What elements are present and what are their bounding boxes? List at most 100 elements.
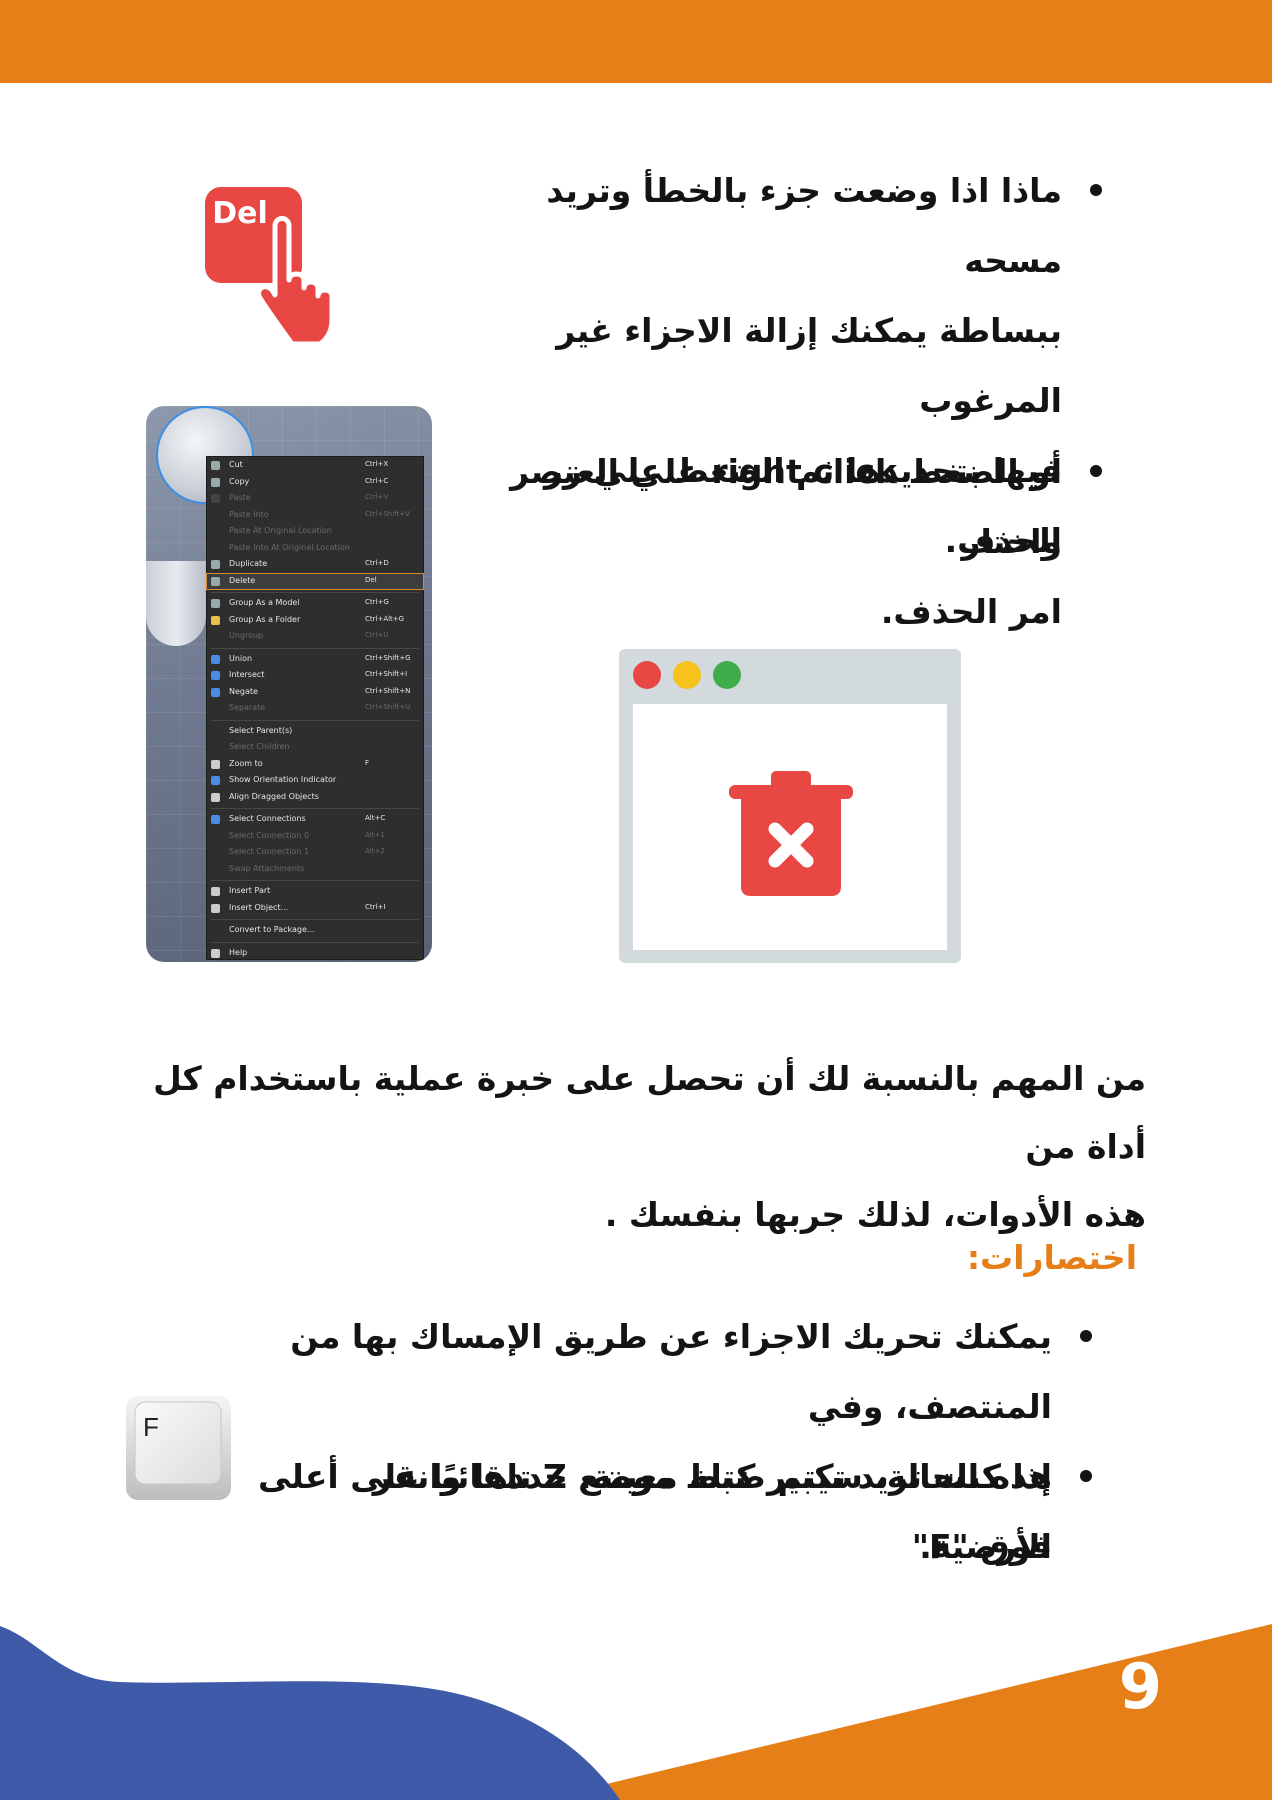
- menu-item-paste-into[interactable]: Paste Into Ctrl+Shift+V: [207, 508, 423, 523]
- menu-item-shortcut: Alt+1: [365, 830, 385, 839]
- delete-icon: [211, 576, 220, 586]
- orientation-icon: [211, 776, 220, 785]
- object-icon: [211, 903, 220, 913]
- menu-item-shortcut: Ctrl+G: [365, 598, 389, 606]
- menu-item-label: Select Children: [229, 742, 290, 751]
- menu-item-zoom-to[interactable]: Zoom to F: [207, 757, 423, 772]
- menu-item-duplicate[interactable]: Duplicate Ctrl+D: [207, 557, 423, 572]
- menu-item-cut[interactable]: Cut Ctrl+X: [207, 458, 423, 473]
- trash-x-icon: [619, 649, 961, 963]
- menu-item-label: Intersect: [229, 670, 265, 679]
- model-icon: [211, 599, 220, 608]
- menu-item-label: Select Parent(s): [229, 725, 293, 735]
- menu-item-label: Select Connection 1: [229, 847, 310, 856]
- menu-item-intersect[interactable]: Intersect Ctrl+Shift+I: [207, 668, 423, 683]
- bullet-dot: [1090, 184, 1102, 196]
- menu-item-label: Cut: [229, 460, 243, 469]
- check-icon: [211, 792, 220, 802]
- menu-item-shortcut: Ctrl+U: [365, 631, 389, 639]
- menu-item-shortcut: Ctrl+Shift+G: [365, 653, 411, 662]
- menu-item-group-as-a-folder[interactable]: Group As a Folder Ctrl+Alt+G: [207, 613, 423, 628]
- menu-item-convert-to-package[interactable]: Convert to Package...: [207, 923, 423, 938]
- copy-icon: [211, 477, 220, 487]
- menu-item-label: Group As a Model: [229, 598, 300, 607]
- menu-item-help[interactable]: Help: [207, 946, 423, 961]
- menu-item-insert-part[interactable]: Insert Part: [207, 884, 423, 899]
- menu-item-shortcut: Ctrl+Alt+G: [365, 614, 405, 623]
- menu-item-union[interactable]: Union Ctrl+Shift+G: [207, 652, 423, 667]
- menu-item-label: Select Connection 0: [229, 830, 310, 840]
- menu-item-align-dragged-objects[interactable]: Align Dragged Objects: [207, 790, 423, 805]
- window-dot-yellow: [673, 661, 701, 689]
- menu-item-label: Insert Part: [229, 886, 271, 895]
- menu-item-copy[interactable]: Copy Ctrl+C: [207, 475, 423, 490]
- menu-item-label: Help: [229, 947, 248, 957]
- del-key-label: Del: [212, 196, 268, 231]
- menu-item-label: Convert to Package...: [229, 925, 315, 934]
- menu-item-group-as-a-model[interactable]: Group As a Model Ctrl+G: [207, 596, 423, 611]
- menu-separator: [211, 941, 419, 943]
- footer-decoration: [0, 1624, 1272, 1800]
- bullet-line: ماذا اذا وضعت جزء بالخطأ وتريد مسحه: [546, 171, 1062, 280]
- folder-icon: [211, 615, 220, 625]
- bullet-line: أو الضغط right click علي العنصر واختار: [510, 452, 1062, 561]
- menu-item-shortcut: Ctrl+C: [365, 476, 389, 485]
- bullet-zoom-f: إذا كنت تريد تكبير كتلة معينة، حددها وان…: [332, 1442, 1092, 1582]
- window-dot-green: [713, 661, 741, 689]
- menu-item-label: Show Orientation Indicator: [229, 775, 337, 784]
- menu-item-delete[interactable]: Delete Del: [206, 572, 424, 590]
- menu-item-swap-attachments[interactable]: Swap Attachments: [207, 862, 423, 877]
- menu-item-select-connection-0[interactable]: Select Connection 0 Alt+1: [207, 829, 423, 844]
- menu-item-label: Paste: [229, 493, 251, 502]
- union-icon: [211, 654, 220, 664]
- menu-item-label: Copy: [229, 476, 250, 486]
- cut-icon: [211, 461, 220, 470]
- bullet-line: امر الحذف.: [880, 592, 1062, 631]
- menu-item-paste-at-original-location[interactable]: Paste At Original Location: [207, 524, 423, 539]
- part-icon: [211, 887, 220, 896]
- page-number: 9: [1118, 1650, 1162, 1723]
- menu-item-shortcut: F: [365, 758, 370, 767]
- menu-item-label: Group As a Folder: [229, 614, 301, 624]
- f-key-icon: F: [126, 1396, 231, 1500]
- context-menu-screenshot: Cut Ctrl+X Copy Ctrl+C Paste Ctrl+V Paste Into…: [146, 406, 432, 962]
- menu-item-shortcut: Ctrl+Shift+V: [365, 509, 410, 518]
- bullet-dot: [1080, 1470, 1092, 1482]
- menu-item-separate[interactable]: Separate Ctrl+Shift+U: [207, 701, 423, 716]
- zoom-icon: [211, 759, 220, 769]
- paste-icon: [211, 494, 220, 503]
- header-bar: [0, 0, 1272, 83]
- bullet-right-click: أو الضغط right click علي العنصر واختار ا…: [442, 437, 1102, 647]
- menu-item-label: Ungroup: [229, 631, 264, 640]
- menu-item-shortcut: Ctrl+Shift+U: [365, 703, 411, 711]
- menu-separator: [211, 647, 419, 649]
- menu-item-label: Paste Into At Original Location: [229, 542, 350, 552]
- bullet-dot: [1090, 465, 1102, 477]
- menu-item-ungroup[interactable]: Ungroup Ctrl+U: [207, 629, 423, 644]
- menu-item-label: Separate: [229, 703, 266, 712]
- bullet-dot: [1080, 1330, 1092, 1342]
- cylinder-part: [146, 561, 206, 646]
- menu-item-select-children[interactable]: Select Children: [207, 740, 423, 755]
- window-dot-red: [633, 661, 661, 689]
- menu-item-shortcut: Ctrl+Shift+I: [365, 670, 408, 678]
- duplicate-icon: [211, 560, 220, 569]
- menu-separator: [211, 919, 419, 920]
- menu-item-show-orientation-indicator[interactable]: Show Orientation Indicator: [207, 773, 423, 788]
- menu-item-shortcut: Ctrl+V: [365, 493, 389, 501]
- shortcuts-heading: اختصارات:: [966, 1238, 1137, 1277]
- menu-item-insert-object[interactable]: Insert Object... Ctrl+I: [207, 901, 423, 916]
- menu-item-select-parent-s[interactable]: Select Parent(s): [207, 724, 423, 739]
- menu-item-paste[interactable]: Paste Ctrl+V: [207, 491, 423, 506]
- menu-item-select-connections[interactable]: Select Connections Alt+C: [207, 812, 423, 827]
- menu-separator: [211, 808, 419, 809]
- f-key-label: F: [143, 1412, 159, 1442]
- bullet-line: ببساطة يمكنك إزالة الاجزاء غير المرغوب: [556, 311, 1062, 420]
- menu-item-select-connection-1[interactable]: Select Connection 1 Alt+2: [207, 845, 423, 860]
- intersect-icon: [211, 671, 220, 680]
- menu-item-label: Delete: [229, 575, 256, 585]
- help-icon: [211, 948, 220, 958]
- menu-item-negate[interactable]: Negate Ctrl+Shift+N: [207, 685, 423, 700]
- menu-item-shortcut: Ctrl+X: [365, 460, 389, 468]
- menu-item-paste-into-at-original-location[interactable]: Paste Into At Original Location: [207, 541, 423, 556]
